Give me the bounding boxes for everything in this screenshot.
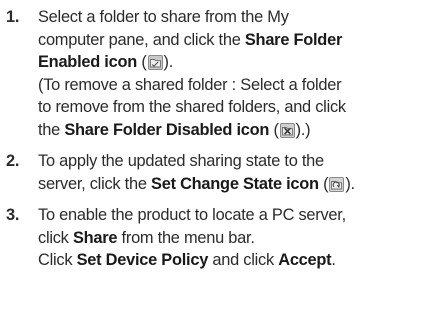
share-folder-disabled-label: Share Folder Disabled icon xyxy=(64,120,270,139)
step-1: 1. Select a folder to share from the My … xyxy=(0,6,439,141)
step-1-line-4: (To remove a shared folder : Select a fo… xyxy=(38,75,342,94)
step-2-line-2: server, click the Set Change State icon … xyxy=(38,174,355,193)
share-folder-label: Share Folder xyxy=(244,30,343,49)
step-3-line-3: Click Set Device Policy and click Accept… xyxy=(38,251,336,269)
step-number: 3. xyxy=(6,206,20,224)
instruction-page: 1. Select a folder to share from the My … xyxy=(0,0,439,330)
step-1-line-1: Select a folder to share from the My xyxy=(38,8,289,26)
step-1-line-5: to remove from the shared folders, and c… xyxy=(38,98,346,116)
accept-label: Accept xyxy=(278,251,332,269)
share-folder-disabled-icon xyxy=(279,122,295,138)
step-number: 2. xyxy=(6,152,20,170)
step-1-line-6: the Share Folder Disabled icon ( ).) xyxy=(38,120,311,139)
step-1-line-2: computer pane, and click the Share Folde… xyxy=(38,30,343,49)
step-3-line-1: To enable the product to locate a PC ser… xyxy=(38,206,346,224)
share-folder-enabled-icon xyxy=(147,55,163,70)
step-2-line-1: To apply the updated sharing state to th… xyxy=(38,152,324,170)
steps-list: 1. Select a folder to share from the My … xyxy=(0,6,439,272)
set-change-state-label: Set Change State icon xyxy=(151,174,319,193)
set-device-policy-label: Set Device Policy xyxy=(76,251,209,269)
step-3: 3. To enable the product to locate a PC … xyxy=(0,204,439,272)
set-change-state-icon xyxy=(329,176,345,192)
step-number: 1. xyxy=(6,8,20,26)
share-menu-label: Share xyxy=(72,228,118,247)
step-1-line-3: Enabled icon ( ). xyxy=(38,53,174,71)
step-2: 2. To apply the updated sharing state to… xyxy=(0,150,439,195)
enabled-icon-label: Enabled icon xyxy=(38,53,138,71)
step-3-line-2: click Share from the menu bar. xyxy=(38,228,255,247)
